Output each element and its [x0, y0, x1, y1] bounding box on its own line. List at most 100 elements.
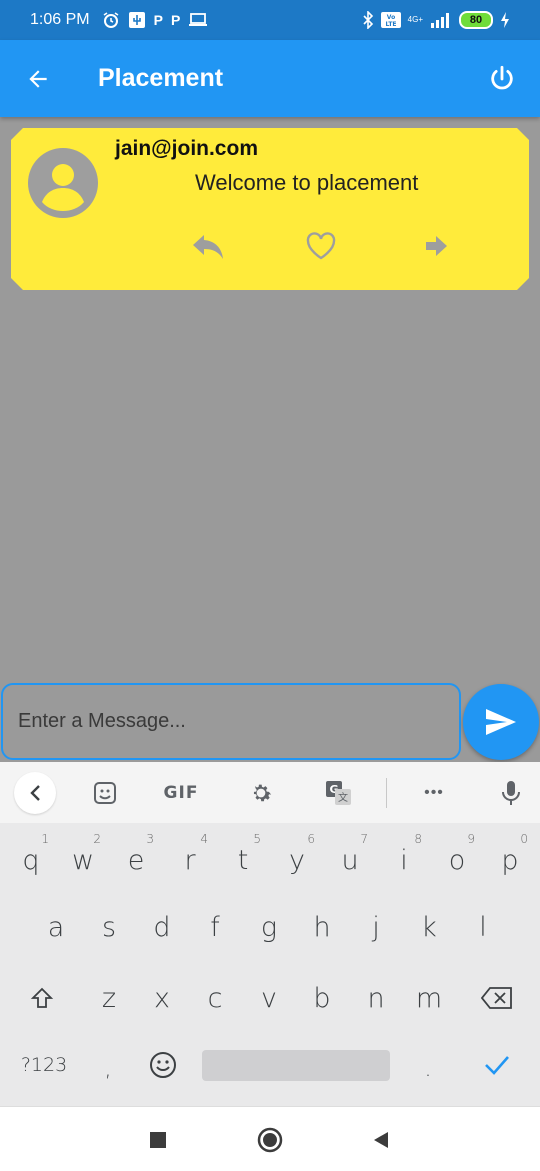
- key-j[interactable]: j: [352, 903, 400, 951]
- back-button[interactable]: [0, 40, 76, 117]
- key-label: z: [101, 982, 117, 1014]
- key-f[interactable]: f: [191, 903, 239, 951]
- key-label: g: [260, 911, 278, 943]
- key-hint: 5: [253, 832, 261, 846]
- key-label: e: [127, 844, 145, 876]
- alarm-icon: [102, 11, 120, 29]
- key-v[interactable]: v: [245, 974, 293, 1022]
- key-label: n: [367, 982, 385, 1014]
- key-y[interactable]: y6: [273, 832, 321, 884]
- send-icon: [486, 709, 516, 735]
- backspace-key[interactable]: [473, 974, 521, 1022]
- key-d[interactable]: d: [138, 903, 186, 951]
- forward-icon: [426, 236, 447, 256]
- key-label: a: [47, 911, 65, 943]
- network-type: 4G+: [407, 15, 423, 24]
- key-u[interactable]: u7: [326, 832, 374, 884]
- collapse-toolbar-button[interactable]: [14, 772, 56, 814]
- reply-button[interactable]: [188, 226, 228, 266]
- key-b[interactable]: b: [298, 974, 346, 1022]
- key-i[interactable]: i8: [380, 832, 428, 884]
- key-hint: 8: [414, 832, 422, 846]
- key-h[interactable]: h: [298, 903, 346, 951]
- key-hint: 4: [200, 832, 208, 846]
- emoji-key[interactable]: [140, 1042, 186, 1088]
- page-title: Placement: [98, 64, 224, 92]
- back-nav-button[interactable]: [366, 1125, 396, 1155]
- key-g[interactable]: g: [245, 903, 293, 951]
- status-time: 1:06 PM: [30, 11, 90, 28]
- charging-icon: [500, 12, 510, 28]
- comma-key[interactable]: ,: [88, 1046, 128, 1092]
- translate-button[interactable]: G文: [318, 772, 360, 814]
- key-t[interactable]: t5: [219, 832, 267, 884]
- gif-button[interactable]: GIF: [160, 772, 202, 814]
- status-bar: 1:06 PM P P Vo LTE 4G+ 80: [0, 0, 540, 40]
- key-m[interactable]: m: [405, 974, 453, 1022]
- sticker-icon: [94, 782, 116, 804]
- usb-icon: [128, 11, 146, 29]
- svg-text:Vo: Vo: [386, 14, 394, 21]
- arrow-back-icon: [29, 69, 47, 88]
- key-label: p: [501, 844, 519, 876]
- key-label: h: [313, 911, 331, 943]
- key-s[interactable]: s: [85, 903, 133, 951]
- key-z[interactable]: z: [85, 974, 133, 1022]
- sticker-button[interactable]: [84, 772, 126, 814]
- more-options-button[interactable]: •••: [413, 772, 455, 814]
- key-a[interactable]: a: [32, 903, 80, 951]
- key-label: c: [207, 982, 223, 1014]
- shift-key[interactable]: [18, 974, 66, 1022]
- key-x[interactable]: x: [138, 974, 186, 1022]
- shift-icon: [30, 987, 54, 1008]
- like-button[interactable]: [301, 226, 341, 266]
- key-l[interactable]: l: [459, 903, 507, 951]
- toolbar-divider: [386, 778, 387, 808]
- key-n[interactable]: n: [352, 974, 400, 1022]
- volte-icon: Vo LTE: [380, 12, 401, 28]
- period-key[interactable]: .: [408, 1046, 448, 1092]
- voice-input-button[interactable]: [490, 772, 532, 814]
- key-label: j: [372, 911, 380, 943]
- parking-icon: P: [170, 12, 181, 28]
- forward-button[interactable]: [416, 226, 456, 266]
- avatar: [28, 148, 98, 218]
- recents-button[interactable]: [143, 1125, 173, 1155]
- square-icon: [150, 1132, 166, 1148]
- message-input-container: [1, 683, 461, 760]
- key-o[interactable]: o9: [433, 832, 481, 884]
- key-p[interactable]: p0: [486, 832, 534, 884]
- key-label: x: [154, 982, 170, 1014]
- key-r[interactable]: r4: [166, 832, 214, 884]
- message-input[interactable]: [3, 685, 459, 758]
- triangle-back-icon: [374, 1132, 388, 1148]
- key-hint: 7: [360, 832, 368, 846]
- translate-icon: G文: [326, 781, 351, 805]
- key-label: b: [313, 982, 331, 1014]
- logout-button[interactable]: [464, 40, 540, 117]
- message-card[interactable]: jain@join.com Welcome to placement: [11, 128, 529, 290]
- send-button[interactable]: [463, 684, 539, 760]
- signal-icon: [430, 12, 452, 28]
- bluetooth-icon: [362, 11, 374, 29]
- key-q[interactable]: q1: [7, 832, 55, 884]
- key-label: t: [237, 844, 249, 876]
- key-label: w: [71, 844, 95, 876]
- symbols-key[interactable]: ?123: [14, 1042, 74, 1088]
- enter-key[interactable]: [474, 1042, 520, 1088]
- key-label: m: [415, 982, 443, 1014]
- home-button[interactable]: [255, 1125, 285, 1155]
- key-w[interactable]: w2: [59, 832, 107, 884]
- account-circle-icon: [28, 148, 98, 218]
- microphone-icon: [502, 781, 520, 805]
- key-k[interactable]: k: [405, 903, 453, 951]
- status-left: 1:06 PM P P: [30, 11, 208, 29]
- svg-text:LTE: LTE: [385, 21, 396, 28]
- settings-button[interactable]: [240, 772, 282, 814]
- app-bar: Placement: [0, 40, 540, 117]
- key-e[interactable]: e3: [112, 832, 160, 884]
- space-key[interactable]: [202, 1050, 390, 1081]
- key-label: d: [153, 911, 171, 943]
- key-c[interactable]: c: [191, 974, 239, 1022]
- key-label: u: [341, 844, 359, 876]
